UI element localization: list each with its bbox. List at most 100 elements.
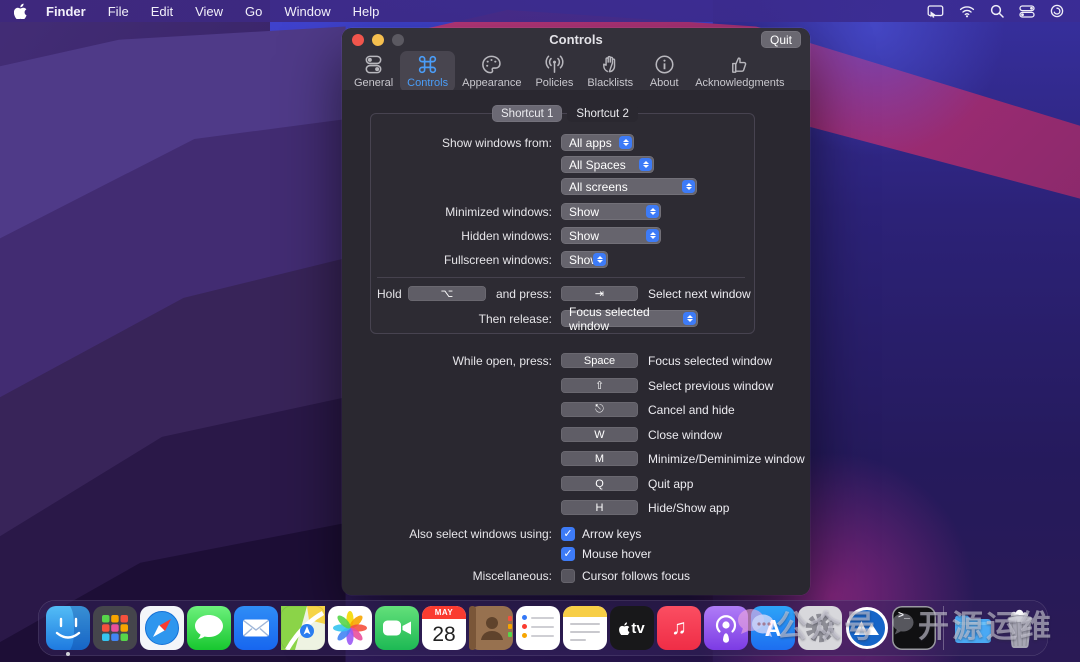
field-label: Hidden windows: — [342, 229, 552, 243]
toolbar-tab-acknowledgments[interactable]: Acknowledgments — [688, 51, 791, 92]
check-icon: ✓ — [563, 527, 572, 540]
dock-launchpad[interactable] — [93, 606, 137, 650]
menu-item-finder[interactable]: Finder — [35, 4, 97, 19]
tab-shortcut-2[interactable]: Shortcut 2 — [567, 105, 637, 122]
toolbar-tab-about[interactable]: About — [640, 51, 688, 92]
dock-app-store[interactable]: A — [751, 606, 795, 650]
menu-item-edit[interactable]: Edit — [140, 4, 184, 19]
toolbar-label: Blacklists — [587, 77, 633, 89]
dock-terminal[interactable]: >_ — [892, 606, 936, 650]
row-while-open-5: M Minimize/Deminimize window — [342, 450, 805, 467]
popup-stepper-icon — [593, 253, 606, 266]
dock-messages[interactable] — [187, 606, 231, 650]
hold-key-recorder[interactable]: ⌥ — [408, 286, 486, 301]
menu-item-go[interactable]: Go — [234, 4, 273, 19]
key-escape[interactable]: ⎋ — [561, 402, 638, 417]
command-icon — [416, 53, 439, 76]
row-while-open-1: While open, press: SpaceFocus selected w… — [342, 352, 772, 369]
dock-mail[interactable] — [234, 606, 278, 650]
toolbar-tab-appearance[interactable]: Appearance — [455, 51, 528, 92]
panel-divider — [377, 277, 745, 278]
dock-photos[interactable] — [328, 606, 372, 650]
antenna-icon — [543, 53, 566, 76]
wifi-icon[interactable] — [959, 5, 975, 18]
popup-minimized[interactable]: Show — [561, 203, 661, 220]
dock-safari[interactable] — [140, 606, 184, 650]
popup-apps[interactable]: All apps — [561, 134, 634, 151]
window-title: Controls — [549, 32, 602, 47]
screen-mirroring-icon[interactable] — [927, 4, 944, 19]
row-miscellaneous: Miscellaneous: Cursor follows focus — [342, 567, 690, 584]
calendar-day: 28 — [422, 619, 466, 650]
window-header: Controls Quit General Controls Appearanc… — [342, 28, 810, 90]
row-spaces: All Spaces — [342, 156, 654, 173]
key-m[interactable]: M — [561, 451, 638, 466]
dock: MAY 28 tv ♫ A — [38, 600, 1048, 656]
and-press-label: and press: — [494, 287, 552, 301]
popup-fullscreen[interactable]: Show — [561, 251, 608, 268]
key-space[interactable]: Space — [561, 353, 638, 368]
checkbox-label: Arrow keys — [582, 527, 641, 541]
row-also-select-2: ✓Mouse hover — [342, 545, 651, 562]
toolbar-tab-controls[interactable]: Controls — [400, 51, 455, 92]
action-label: Select next window — [648, 287, 751, 301]
key-h[interactable]: H — [561, 500, 638, 515]
spotlight-search-icon[interactable] — [990, 4, 1004, 18]
dock-finder[interactable] — [46, 606, 90, 650]
popup-hidden[interactable]: Show — [561, 227, 661, 244]
control-center-icon[interactable] — [1019, 5, 1035, 18]
dock-calendar[interactable]: MAY 28 — [422, 606, 466, 650]
settings-gear-icon — [798, 606, 842, 650]
menu-item-help[interactable]: Help — [342, 4, 391, 19]
dock-contacts[interactable] — [469, 606, 513, 650]
dock-maps[interactable] — [281, 606, 325, 650]
checkbox-label: Cursor follows focus — [582, 569, 690, 583]
key-shift[interactable]: ⇧ — [561, 378, 638, 393]
siri-icon[interactable] — [1050, 4, 1064, 18]
dock-system-settings[interactable] — [798, 606, 842, 650]
close-button[interactable] — [352, 34, 364, 46]
menu-item-file[interactable]: File — [97, 4, 140, 19]
field-label: Also select windows using: — [342, 527, 552, 541]
title-bar[interactable]: Controls Quit — [342, 28, 810, 50]
messages-icon — [187, 606, 231, 650]
row-hidden-windows: Hidden windows: Show — [342, 227, 661, 244]
menu-item-window[interactable]: Window — [273, 4, 341, 19]
checkbox-arrow-keys[interactable]: ✓ — [561, 527, 575, 541]
row-fullscreen-windows: Fullscreen windows: Show — [342, 251, 608, 268]
popup-stepper-icon — [639, 158, 652, 171]
popup-screens[interactable]: All screens — [561, 178, 697, 195]
dock-music[interactable]: ♫ — [657, 606, 701, 650]
dock-trash[interactable] — [998, 606, 1042, 650]
row-also-select-1: Also select windows using: ✓ Arrow keys — [342, 525, 641, 542]
dock-podcasts[interactable] — [704, 606, 748, 650]
apple-menu-icon[interactable] — [14, 3, 27, 19]
checkbox-mouse-hover[interactable]: ✓ — [561, 547, 575, 561]
popup-then-release[interactable]: Focus selected window — [561, 310, 698, 327]
toolbar-tab-general[interactable]: General — [347, 51, 400, 92]
dock-reminders[interactable] — [516, 606, 560, 650]
dock-notes[interactable] — [563, 606, 607, 650]
quit-button[interactable]: Quit — [761, 31, 801, 48]
tab-shortcut-1[interactable]: Shortcut 1 — [492, 105, 562, 122]
menu-item-view[interactable]: View — [184, 4, 234, 19]
checkbox-cursor-follows-focus[interactable] — [561, 569, 575, 583]
press-key-recorder[interactable]: ⇥ — [561, 286, 638, 301]
hand-icon — [599, 53, 622, 76]
popup-spaces[interactable]: All Spaces — [561, 156, 654, 173]
dock-apple-tv[interactable]: tv — [610, 606, 654, 650]
dock-downloads-folder[interactable] — [951, 606, 995, 650]
minimize-button[interactable] — [372, 34, 384, 46]
terminal-prompt: >_ — [898, 611, 910, 622]
toolbar-tab-policies[interactable]: Policies — [528, 51, 580, 92]
maps-icon — [281, 606, 325, 650]
field-label: Then release: — [342, 312, 552, 326]
dock-mountain-app[interactable] — [845, 606, 889, 650]
toolbar-tab-blacklists[interactable]: Blacklists — [580, 51, 640, 92]
dock-facetime[interactable] — [375, 606, 419, 650]
key-w[interactable]: W — [561, 427, 638, 442]
shortcut-tabs: Shortcut 1 Shortcut 2 — [492, 105, 638, 122]
action-label: Minimize/Deminimize window — [648, 452, 805, 466]
row-show-windows-from: Show windows from: All apps — [342, 134, 634, 151]
key-q[interactable]: Q — [561, 476, 638, 491]
